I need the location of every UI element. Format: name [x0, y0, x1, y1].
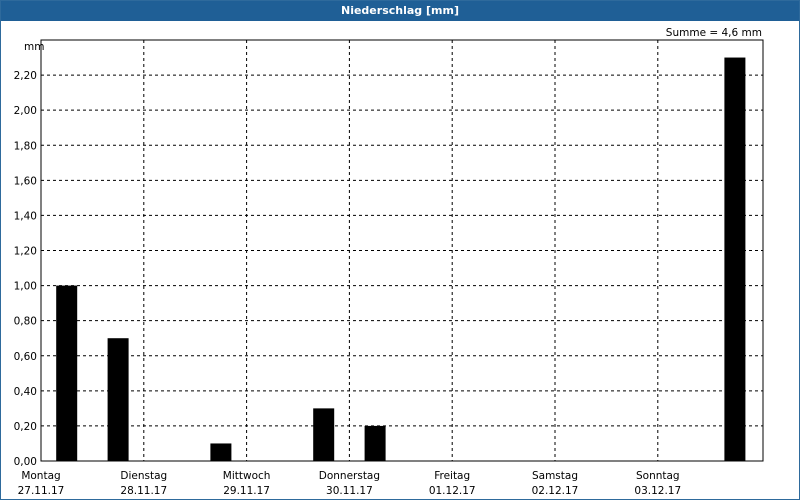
- bar: [313, 408, 335, 461]
- x-tick-day: Mittwoch: [223, 470, 271, 482]
- x-tick-date: 30.11.17: [326, 485, 373, 497]
- y-tick-label: 1,20: [14, 246, 37, 258]
- bar: [724, 57, 746, 462]
- y-tick-label: 1,00: [14, 281, 37, 293]
- bars: [56, 57, 746, 462]
- y-tick-label: 0,40: [14, 386, 37, 398]
- y-tick-label: 0,60: [14, 351, 37, 363]
- y-tick-label: 2,20: [14, 70, 37, 82]
- x-tick-day: Montag: [21, 470, 60, 482]
- bar: [210, 443, 232, 461]
- x-tick-date: 27.11.17: [18, 485, 65, 497]
- y-tick-label: 1,40: [14, 210, 37, 222]
- sum-label: Summe = 4,6 mm: [666, 27, 762, 39]
- bar: [107, 338, 129, 461]
- x-tick-day: Dienstag: [120, 470, 167, 482]
- y-tick-label: 2,00: [14, 105, 37, 117]
- y-tick-label: 1,80: [14, 140, 37, 152]
- x-tick-labels: Montag 27.11.17 Dienstag 28.11.17 Mittwoch 29…: [18, 470, 682, 497]
- x-tick-date: 02.12.17: [532, 485, 579, 497]
- bar: [56, 285, 78, 461]
- precipitation-chart: mm Summe = 4,6 mm 0,00 0,20 0,40 0,60 0,80 1,…: [14, 27, 764, 497]
- grid: [41, 40, 763, 461]
- x-tick-date: 01.12.17: [429, 485, 476, 497]
- x-tick-date: 29.11.17: [223, 485, 270, 497]
- bar: [364, 425, 386, 461]
- y-tick-label: 0,00: [14, 456, 37, 468]
- x-tick-day: Samstag: [532, 470, 578, 482]
- y-tick-label: 0,80: [14, 316, 37, 328]
- y-axis-unit: mm: [24, 41, 44, 53]
- x-tick-date: 28.11.17: [120, 485, 167, 497]
- y-tick-labels: 0,00 0,20 0,40 0,60 0,80 1,00 1,20 1,40 1,60 1,80…: [14, 70, 37, 468]
- x-tick-day: Sonntag: [636, 470, 680, 482]
- x-tick-day: Donnerstag: [319, 470, 380, 482]
- x-tick-day: Freitag: [434, 470, 470, 482]
- x-tick-date: 03.12.17: [634, 485, 681, 497]
- y-tick-label: 0,20: [14, 421, 37, 433]
- y-tick-label: 1,60: [14, 175, 37, 187]
